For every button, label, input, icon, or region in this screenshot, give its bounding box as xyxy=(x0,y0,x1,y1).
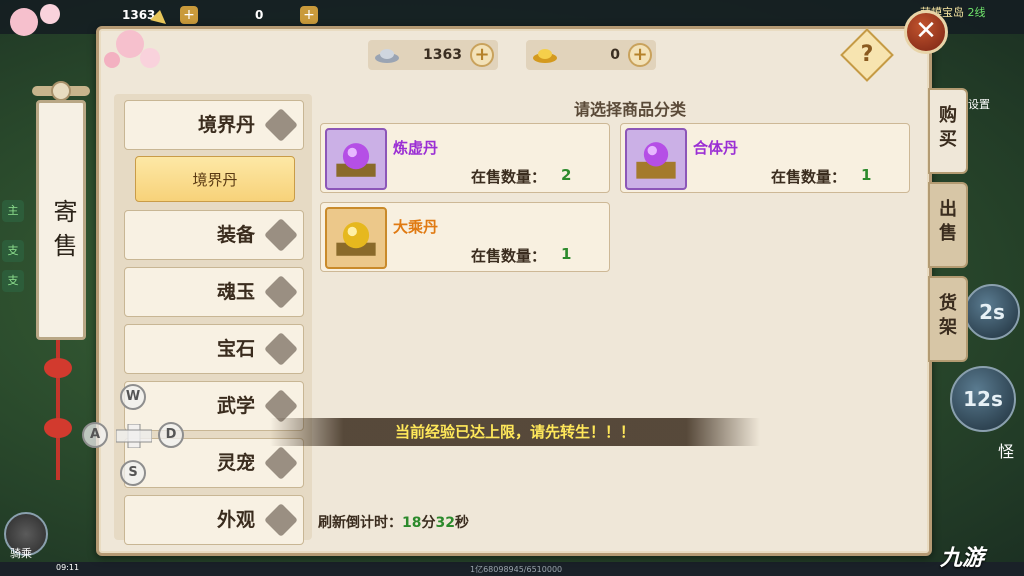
item-qty-label: 在售数量： xyxy=(471,247,547,265)
consignment-banner: 寄售 xyxy=(36,100,86,340)
close-button[interactable]: ✕ xyxy=(904,10,948,54)
expand-arrow-icon xyxy=(264,218,298,252)
silver-ingot-icon xyxy=(375,49,399,63)
item-name: 炼虚丹 xyxy=(393,139,439,157)
tab-shelf[interactable]: 货架 xyxy=(928,276,968,362)
category-soul-jade[interactable]: 魂玉 xyxy=(124,267,304,317)
key-d-button[interactable]: D xyxy=(158,422,184,448)
category-equipment[interactable]: 装备 xyxy=(124,210,304,260)
refresh-sec-unit: 秒 xyxy=(454,515,469,531)
item-qty: 1 xyxy=(561,245,572,263)
quest-badge-main[interactable]: 主 xyxy=(2,200,24,222)
refresh-label: 刷新倒计时： xyxy=(318,515,402,531)
category-appearance[interactable]: 外观 xyxy=(124,495,304,545)
collapse-arrow-icon xyxy=(264,108,298,142)
refresh-min-unit: 分 xyxy=(421,515,436,531)
item-qty-label: 在售数量： xyxy=(771,168,847,186)
category-label: 装备 xyxy=(216,224,255,246)
tab-sell-label: 出售 xyxy=(939,199,957,244)
silver-value: 1363 xyxy=(423,47,462,63)
purple-pill-icon xyxy=(625,128,687,190)
category-label: 外观 xyxy=(216,509,255,531)
map-line: 2线 xyxy=(967,6,986,19)
gold-ingot-icon xyxy=(533,49,557,63)
skill-button-1[interactable]: 2s xyxy=(964,284,1020,340)
settings-label[interactable]: 设置 xyxy=(968,96,990,112)
skill-button-2[interactable]: 12s xyxy=(950,366,1016,432)
expand-arrow-icon xyxy=(264,446,298,480)
silver-currency: 1363 + xyxy=(368,40,498,70)
gold-pill-icon xyxy=(325,207,387,269)
item-name: 大乘丹 xyxy=(393,218,439,236)
exp-text: 1亿68098945/6510000 xyxy=(470,565,563,574)
item-card[interactable]: 炼虚丹 在售数量： 2 xyxy=(320,123,610,193)
hud-silver-add-button[interactable]: + xyxy=(180,6,198,24)
tassel-knot-icon xyxy=(44,358,72,378)
hud-gold-value: 0 xyxy=(255,8,264,22)
gold-currency: 0 + xyxy=(526,40,656,70)
refresh-minutes: 18 xyxy=(402,515,422,531)
key-w-button[interactable]: W xyxy=(120,384,146,410)
purple-pill-icon xyxy=(325,128,387,190)
category-prompt: 请选择商品分类 xyxy=(573,100,686,119)
category-label: 魂玉 xyxy=(216,281,255,303)
mount-label: 骑乘 xyxy=(10,547,32,560)
expand-arrow-icon xyxy=(264,275,298,309)
dpad-icon xyxy=(116,424,152,448)
item-qty: 1 xyxy=(861,166,872,184)
silver-add-button[interactable]: + xyxy=(470,43,494,67)
gold-add-button[interactable]: + xyxy=(628,43,652,67)
category-label: 境界丹 xyxy=(197,114,255,136)
item-card[interactable]: 合体丹 在售数量： 1 xyxy=(620,123,910,193)
system-notice: 当前经验已达上限，请先转生！！！ xyxy=(270,418,760,446)
expand-arrow-icon xyxy=(264,332,298,366)
tab-buy-label: 购买 xyxy=(939,105,957,150)
expand-arrow-icon xyxy=(264,503,298,537)
gold-value: 0 xyxy=(610,47,620,63)
category-label: 武学 xyxy=(216,395,255,417)
quest-badge-side-2[interactable]: 支 xyxy=(2,270,24,292)
blossom-decoration-icon xyxy=(10,4,166,68)
category-gem[interactable]: 宝石 xyxy=(124,324,304,374)
refresh-seconds: 32 xyxy=(435,515,455,531)
exp-bar: 09:11 1亿68098945/6510000 xyxy=(0,562,1024,576)
key-a-button[interactable]: A xyxy=(82,422,108,448)
item-name: 合体丹 xyxy=(693,139,739,157)
item-qty-label: 在售数量： xyxy=(471,168,547,186)
quest-badge-side-1[interactable]: 支 xyxy=(2,240,24,262)
hud-gold-add-button[interactable]: + xyxy=(300,6,318,24)
monster-label: 怪 xyxy=(998,442,1015,461)
item-card[interactable]: 大乘丹 在售数量： 1 xyxy=(320,202,610,272)
tab-sell[interactable]: 出售 xyxy=(928,182,968,268)
refresh-countdown: 刷新倒计时：18分32秒 xyxy=(318,512,469,532)
watermark-logo: 九游 xyxy=(940,546,985,571)
category-label: 宝石 xyxy=(216,338,255,360)
clock-label: 09:11 xyxy=(56,563,80,572)
help-icon[interactable]: ? xyxy=(848,36,886,74)
subcategory-realm-pill[interactable]: 境界丹 xyxy=(135,156,295,202)
tassel-knot-icon xyxy=(44,418,72,438)
item-qty: 2 xyxy=(561,166,572,184)
tab-buy[interactable]: 购买 xyxy=(928,88,968,174)
panel-title: 寄售 xyxy=(49,199,77,267)
tab-shelf-label: 货架 xyxy=(939,293,957,338)
key-s-button[interactable]: S xyxy=(120,460,146,486)
category-realm-pill[interactable]: 境界丹 xyxy=(124,100,304,150)
